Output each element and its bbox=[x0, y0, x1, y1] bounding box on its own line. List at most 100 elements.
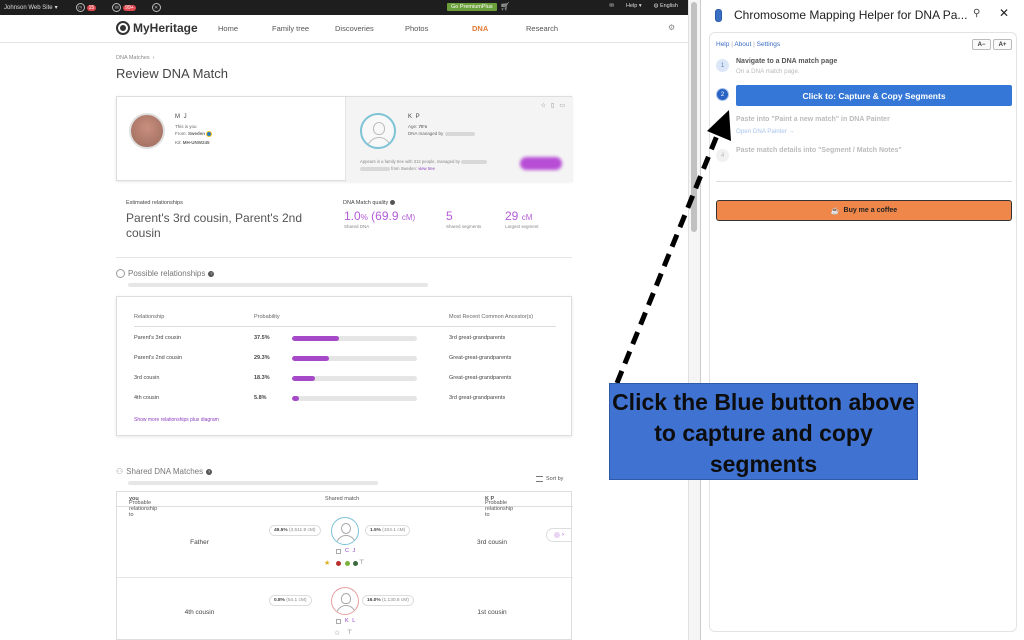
card-actions: ☆ ▯ ▭ bbox=[541, 102, 565, 109]
next-arrow-button[interactable]: › bbox=[546, 528, 572, 542]
possible-relationships-card: Relationship Probability Most Recent Com… bbox=[116, 296, 572, 436]
star-icon[interactable]: ☆ bbox=[541, 102, 546, 109]
kit-label: Kit: bbox=[175, 140, 182, 145]
probability-fill bbox=[292, 376, 315, 381]
relationship-row: 4th cousin 5.8% 3rd great-grandparents bbox=[117, 395, 573, 405]
select-checkbox[interactable] bbox=[336, 619, 341, 624]
open-dna-painter-link[interactable]: Open DNA Painter → bbox=[736, 128, 795, 135]
probability-bar bbox=[292, 396, 417, 401]
nav-home[interactable]: Home bbox=[218, 24, 238, 33]
about-link[interactable]: About bbox=[734, 41, 751, 48]
relationship-row: 3rd cousin 18.3% Great-great-grandparents bbox=[117, 375, 573, 385]
main-nav: MyHeritage Home Family tree Discoveries … bbox=[0, 15, 688, 43]
unpin-icon[interactable]: ⚲ bbox=[973, 8, 980, 19]
mail-icon[interactable]: ✉ bbox=[609, 3, 614, 9]
topbar-right: ✉ Help ▾ ◍ English bbox=[609, 3, 678, 9]
nav-discoveries[interactable]: Discoveries bbox=[335, 24, 374, 33]
page-title: Review DNA Match bbox=[116, 66, 228, 81]
help-icon[interactable]: ? bbox=[206, 468, 213, 475]
star-outline-icon[interactable]: ☆ bbox=[334, 629, 340, 637]
step-1-title: Navigate to a DNA match page bbox=[736, 58, 838, 65]
dots-icon bbox=[554, 532, 560, 538]
shared-match-avatar[interactable] bbox=[331, 517, 359, 545]
star-icon[interactable]: ★ bbox=[324, 559, 330, 567]
step-4-title: Paste match details into "Segment / Matc… bbox=[736, 147, 902, 154]
nav-dna[interactable]: DNA bbox=[472, 24, 488, 33]
probability-value: 37.5% bbox=[254, 335, 270, 341]
panel-header: Chromosome Mapping Helper for DNA Pa... … bbox=[701, 0, 1024, 32]
font-increase-button[interactable]: A+ bbox=[993, 39, 1012, 50]
show-more-link[interactable]: Show more relationships plus diagram bbox=[134, 417, 219, 423]
color-tag-green[interactable] bbox=[345, 561, 350, 566]
nav-family-tree[interactable]: Family tree bbox=[272, 24, 309, 33]
messages-icon[interactable]: ✉ bbox=[112, 3, 122, 12]
notifications-badge: 15 bbox=[86, 4, 97, 11]
step-2-badge: 2 bbox=[716, 88, 729, 101]
shared-match-avatar[interactable] bbox=[331, 587, 359, 615]
close-icon[interactable]: ✕ bbox=[999, 6, 1009, 20]
right-pct: 16.0% bbox=[367, 598, 381, 603]
step-1-sub: On a DNA match page. bbox=[736, 68, 800, 75]
tasks-icon[interactable]: ✕ bbox=[151, 3, 161, 12]
shared-row[interactable]: 4th cousin 0.8% (54.1 cM) 16.0% (1,130.8… bbox=[117, 578, 573, 640]
kp-name[interactable]: K P bbox=[408, 114, 421, 120]
cart-icon[interactable]: 🛒︎ bbox=[500, 2, 510, 11]
logo-icon bbox=[116, 21, 130, 35]
avatar-kp[interactable] bbox=[360, 113, 396, 149]
shared-match-name[interactable]: K L bbox=[345, 618, 356, 624]
shared-pct: 1.0 bbox=[344, 209, 361, 223]
capture-copy-segments-button[interactable]: Click to: Capture & Copy Segments bbox=[736, 85, 1012, 106]
font-decrease-button[interactable]: A− bbox=[972, 39, 991, 50]
divider bbox=[116, 257, 572, 258]
breadcrumb-dna-matches[interactable]: DNA Matches bbox=[116, 55, 150, 61]
view-tree-link[interactable]: view tree bbox=[418, 166, 435, 171]
scrollbar-thumb[interactable] bbox=[691, 2, 697, 232]
mrca-value: 3rd great-grandparents bbox=[449, 335, 506, 341]
shared-match-name[interactable]: C J bbox=[345, 548, 356, 554]
chevron-down-icon: ▾ bbox=[54, 5, 58, 11]
go-premium-button[interactable]: Go PremiumPlus bbox=[447, 3, 497, 11]
nav-photos[interactable]: Photos bbox=[405, 24, 428, 33]
tree-icon[interactable]: ⊤ bbox=[359, 559, 364, 566]
col-rel-kp: Probable relationship to K P bbox=[485, 496, 513, 518]
bookmark-icon[interactable]: ▯ bbox=[551, 102, 554, 109]
gear-icon[interactable]: ⚙ bbox=[668, 23, 675, 32]
possible-subtitle-redacted bbox=[128, 283, 428, 287]
shared-title-text: Shared DNA Matches bbox=[126, 467, 204, 476]
shared-with-you-pill: 0.8% (54.1 cM) bbox=[269, 595, 312, 606]
segments-label: Shared segments bbox=[446, 224, 482, 229]
site-selector[interactable]: Johnson Web Site ▾ bbox=[4, 4, 58, 12]
chevron-right-icon: › bbox=[562, 532, 564, 538]
match-card: M J This is you From: Sweden Kit: MH-UNW… bbox=[116, 96, 573, 182]
comment-icon[interactable]: ▭ bbox=[559, 102, 565, 109]
language-menu[interactable]: ◍ English bbox=[654, 3, 678, 9]
settings-link[interactable]: Settings bbox=[757, 41, 781, 48]
help-icon[interactable]: ? bbox=[208, 270, 215, 277]
tree-icon[interactable]: ⊤ bbox=[347, 629, 352, 636]
buy-me-a-coffee-button[interactable]: ☕ Buy me a coffee bbox=[716, 200, 1012, 221]
color-tag-red[interactable] bbox=[336, 561, 341, 566]
nav-research[interactable]: Research bbox=[526, 24, 558, 33]
probability-value: 29.3% bbox=[254, 355, 270, 361]
help-menu[interactable]: Help ▾ bbox=[626, 3, 642, 9]
notifications-icon[interactable]: ◷ bbox=[75, 3, 85, 12]
language-label: English bbox=[659, 3, 678, 9]
shared-title: ⚇ Shared DNA Matches ? bbox=[116, 467, 213, 476]
breadcrumb[interactable]: DNA Matches › bbox=[116, 55, 155, 61]
contact-button[interactable] bbox=[520, 157, 562, 170]
color-tag-darkgreen[interactable] bbox=[353, 561, 358, 566]
people-icon: ⚇ bbox=[116, 467, 124, 476]
sort-by-button[interactable]: Sort by bbox=[536, 476, 563, 482]
mrca-value: Great-great-grandparents bbox=[449, 355, 512, 361]
help-link[interactable]: Help bbox=[716, 41, 729, 48]
shared-header: Probable relationship to you Shared matc… bbox=[117, 492, 573, 518]
info-icon[interactable] bbox=[389, 200, 395, 206]
brand-logo[interactable]: MyHeritage bbox=[116, 21, 198, 35]
left-pct: 49.5% bbox=[274, 528, 288, 533]
estimated-label: Estimated relationships bbox=[126, 200, 183, 206]
segments-value: 5 bbox=[446, 209, 453, 223]
select-checkbox[interactable] bbox=[336, 549, 341, 554]
col-shared-match: Shared match bbox=[325, 496, 360, 502]
panel-links: Help | About | Settings bbox=[716, 41, 781, 48]
shared-row[interactable]: Father 49.5% (3,511.9 cM) 1.5% (104.1 cM… bbox=[117, 507, 573, 578]
